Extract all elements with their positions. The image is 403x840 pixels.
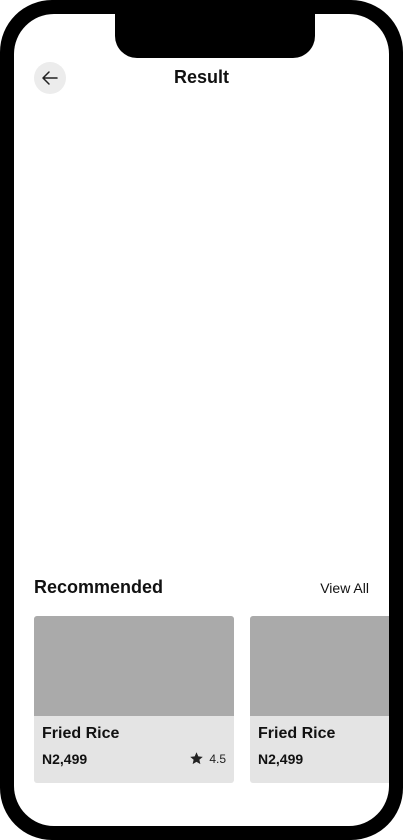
recommended-title: Recommended [34, 577, 164, 597]
product-image [250, 616, 389, 716]
recommended-cards: Fried Rice N2,499 4.5 Fried Rice N2,499 [34, 616, 389, 783]
product-name: Fried Rice [42, 725, 120, 742]
product-image [34, 616, 234, 716]
view-all-link[interactable]: View All [320, 580, 369, 596]
star-icon [190, 752, 204, 765]
page-title: Result [173, 67, 229, 87]
product-name: Fried Rice [258, 725, 336, 742]
product-price: N2,499 [258, 751, 304, 767]
product-price: N2,499 [42, 751, 88, 767]
product-card[interactable]: Fried Rice N2,499 [250, 616, 389, 783]
product-rating: 4.5 [189, 751, 226, 766]
screen: Result Recommended View All Fried Rice N… [14, 14, 389, 826]
rating-value: 4.5 [209, 751, 226, 766]
phone-notch [115, 14, 315, 58]
product-card[interactable]: Fried Rice N2,499 4.5 [34, 616, 234, 783]
